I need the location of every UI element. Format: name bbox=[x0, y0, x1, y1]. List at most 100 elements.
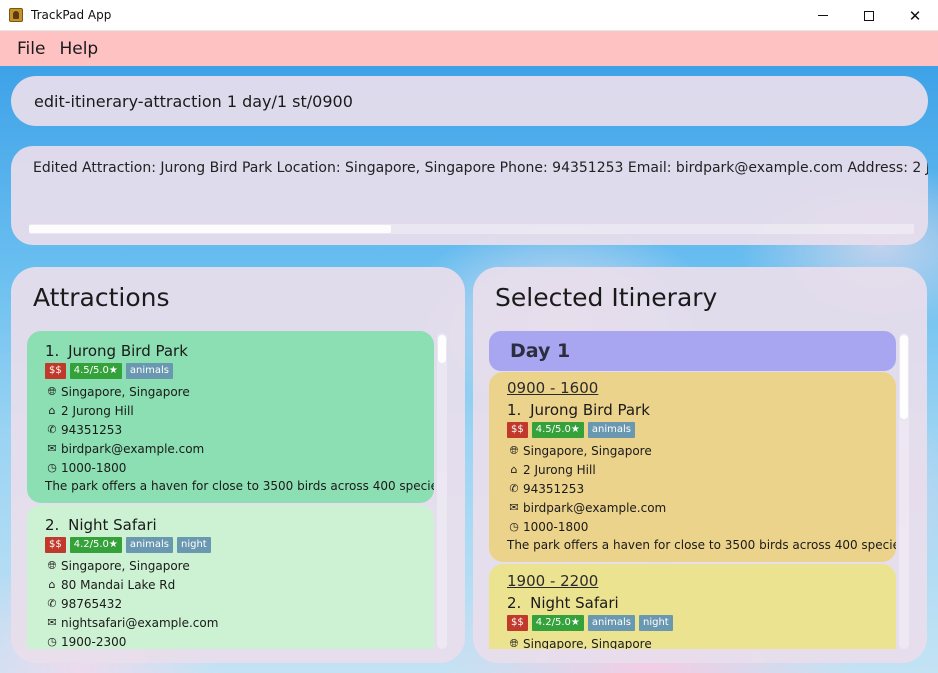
itinerary-scrollbar-thumb[interactable] bbox=[900, 335, 908, 419]
location-text: Singapore, Singapore bbox=[61, 384, 190, 399]
attraction-card[interactable]: 1. Jurong Bird Park $$ 4.5/5.0★ animals … bbox=[27, 331, 434, 503]
title-bar: TrackPad App ✕ bbox=[0, 0, 938, 31]
address-text: 2 Jurong Hill bbox=[61, 403, 134, 418]
hours-row: ◷ 1900-2300 bbox=[45, 632, 434, 649]
price-tag: $$ bbox=[507, 422, 528, 438]
phone-text: 94351253 bbox=[61, 422, 123, 437]
attraction-index: 2. bbox=[45, 516, 60, 534]
attraction-tags: $$ 4.2/5.0★ animals night bbox=[45, 537, 434, 553]
category-tag: night bbox=[638, 615, 673, 631]
attraction-name-row: 1. Jurong Bird Park bbox=[507, 401, 896, 419]
attraction-index: 1. bbox=[45, 342, 60, 360]
attraction-index: 2. bbox=[507, 594, 522, 612]
address-row: ⌂ 2 Jurong Hill bbox=[507, 460, 896, 479]
phone-row: ✆ 98765432 bbox=[45, 594, 434, 613]
attraction-card[interactable]: 2. Night Safari $$ 4.2/5.0★ animals nigh… bbox=[27, 505, 434, 649]
itinerary-title: Selected Itinerary bbox=[495, 283, 718, 312]
location-text: Singapore, Singapore bbox=[61, 558, 190, 573]
location-row: 🌐︎ Singapore, Singapore bbox=[45, 382, 434, 401]
hours-text: 1000-1800 bbox=[61, 460, 127, 475]
result-scrollbar-thumb[interactable] bbox=[29, 225, 391, 233]
location-row: 🌐︎ Singapore, Singapore bbox=[45, 556, 434, 575]
attraction-name: Night Safari bbox=[68, 516, 157, 534]
price-tag: $$ bbox=[45, 363, 66, 379]
hours-row: ◷ 1000-1800 bbox=[45, 458, 434, 477]
attraction-name-row: 2. Night Safari bbox=[507, 594, 896, 612]
phone-icon: ✆ bbox=[47, 597, 57, 610]
price-tag: $$ bbox=[507, 615, 528, 631]
home-icon: ⌂ bbox=[48, 404, 56, 417]
clock-icon: ◷ bbox=[47, 635, 57, 648]
attractions-vertical-scrollbar[interactable] bbox=[437, 333, 447, 649]
attractions-title: Attractions bbox=[33, 283, 170, 312]
address-row: ⌂ 80 Mandai Lake Rd bbox=[45, 575, 434, 594]
location-text: Singapore, Singapore bbox=[523, 443, 652, 458]
location-text: Singapore, Singapore bbox=[523, 636, 652, 650]
itinerary-list[interactable]: Day 1 0900 - 1600 1. Jurong Bird Park $$… bbox=[489, 331, 896, 649]
attractions-list[interactable]: 1. Jurong Bird Park $$ 4.5/5.0★ animals … bbox=[27, 331, 434, 649]
description-text: The park offers a haven for close to 350… bbox=[507, 538, 896, 552]
itinerary-attraction-card[interactable]: 1900 - 2200 2. Night Safari $$ 4.2/5.0★ … bbox=[489, 564, 896, 649]
day-header[interactable]: Day 1 bbox=[489, 331, 896, 371]
email-text: nightsafari@example.com bbox=[61, 615, 219, 630]
email-icon: ✉ bbox=[47, 616, 57, 629]
app-icon bbox=[9, 8, 23, 22]
hours-text: 1000-1800 bbox=[523, 519, 589, 534]
home-icon: ⌂ bbox=[510, 463, 518, 476]
time-range: 1900 - 2200 bbox=[507, 572, 599, 590]
result-text: Edited Attraction: Jurong Bird Park Loca… bbox=[33, 160, 928, 176]
attraction-name: Jurong Bird Park bbox=[68, 342, 188, 360]
result-display: Edited Attraction: Jurong Bird Park Loca… bbox=[11, 146, 928, 245]
rating-tag: 4.2/5.0★ bbox=[69, 537, 122, 553]
menu-help[interactable]: Help bbox=[52, 39, 105, 59]
maximize-button[interactable] bbox=[846, 0, 892, 31]
category-tag: animals bbox=[587, 615, 635, 631]
attraction-tags: $$ 4.5/5.0★ animals bbox=[507, 422, 896, 438]
phone-row: ✆ 94351253 bbox=[45, 420, 434, 439]
email-row: ✉ nightsafari@example.com bbox=[45, 613, 434, 632]
attraction-name: Night Safari bbox=[530, 594, 619, 612]
attractions-scrollbar-thumb[interactable] bbox=[438, 335, 446, 363]
minimize-button[interactable] bbox=[800, 0, 846, 31]
email-row: ✉ birdpark@example.com bbox=[45, 439, 434, 458]
attraction-name-row: 2. Night Safari bbox=[45, 516, 434, 534]
attraction-index: 1. bbox=[507, 401, 522, 419]
result-horizontal-scrollbar[interactable] bbox=[29, 224, 914, 234]
rating-tag: 4.2/5.0★ bbox=[531, 615, 584, 631]
itinerary-vertical-scrollbar[interactable] bbox=[899, 333, 909, 649]
command-box[interactable]: edit-itinerary-attraction 1 day/1 st/090… bbox=[11, 76, 928, 126]
clock-icon: ◷ bbox=[509, 520, 519, 533]
location-row: 🌐︎ Singapore, Singapore bbox=[507, 634, 896, 650]
time-range: 0900 - 1600 bbox=[507, 379, 599, 397]
attraction-name: Jurong Bird Park bbox=[530, 401, 650, 419]
itinerary-panel: Selected Itinerary Day 1 0900 - 1600 1. … bbox=[473, 267, 927, 663]
address-row: ⌂ 2 Jurong Hill bbox=[45, 401, 434, 420]
window-title: TrackPad App bbox=[31, 8, 112, 22]
price-tag: $$ bbox=[45, 537, 66, 553]
minimize-icon bbox=[818, 15, 828, 16]
address-text: 80 Mandai Lake Rd bbox=[61, 577, 176, 592]
category-tag: animals bbox=[125, 363, 173, 379]
close-icon: ✕ bbox=[908, 6, 922, 25]
attractions-panel: Attractions 1. Jurong Bird Park $$ 4.5/5… bbox=[11, 267, 465, 663]
rating-tag: 4.5/5.0★ bbox=[531, 422, 584, 438]
itinerary-attraction-card[interactable]: 0900 - 1600 1. Jurong Bird Park $$ 4.5/5… bbox=[489, 372, 896, 562]
close-button[interactable]: ✕ bbox=[892, 0, 938, 31]
command-input[interactable]: edit-itinerary-attraction 1 day/1 st/090… bbox=[34, 92, 353, 111]
maximize-icon bbox=[864, 10, 874, 21]
window-controls: ✕ bbox=[800, 0, 938, 31]
globe-icon: 🌐︎ bbox=[47, 558, 57, 572]
category-tag: night bbox=[176, 537, 211, 553]
email-text: birdpark@example.com bbox=[523, 500, 667, 515]
hours-text: 1900-2300 bbox=[61, 634, 127, 649]
phone-text: 94351253 bbox=[523, 481, 585, 496]
phone-text: 98765432 bbox=[61, 596, 123, 611]
menu-file[interactable]: File bbox=[10, 39, 52, 59]
menu-bar: File Help bbox=[0, 31, 938, 66]
phone-row: ✆ 94351253 bbox=[507, 479, 896, 498]
globe-icon: 🌐︎ bbox=[47, 384, 57, 398]
attraction-name-row: 1. Jurong Bird Park bbox=[45, 342, 434, 360]
hours-row: ◷ 1000-1800 bbox=[507, 517, 896, 536]
home-icon: ⌂ bbox=[48, 578, 56, 591]
email-row: ✉ birdpark@example.com bbox=[507, 498, 896, 517]
